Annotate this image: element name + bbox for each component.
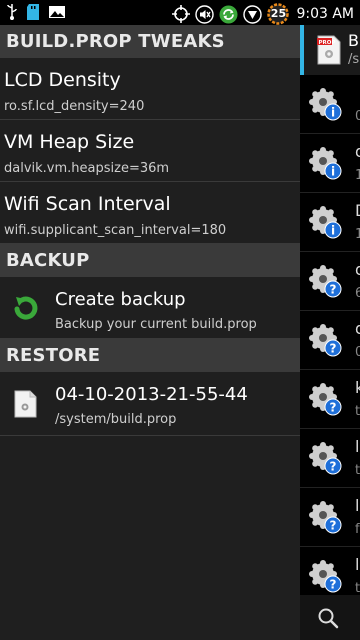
property-row-title: d xyxy=(355,142,360,161)
svg-text:?: ? xyxy=(330,460,337,474)
prop-item-lcd-density[interactable]: LCD Density ro.sf.lcd_density=240 xyxy=(0,58,300,120)
battery-percent: 25 xyxy=(270,7,287,20)
prop-item-wifi-scan-interval[interactable]: Wifi Scan Interval wifi.supplicant_scan_… xyxy=(0,182,300,244)
property-row[interactable]: ? kt xyxy=(300,370,360,429)
property-row-title: l xyxy=(355,437,360,456)
prop-value: dalvik.vm.heapsize=36m xyxy=(4,161,170,176)
property-row-subtitle: t xyxy=(355,404,360,419)
section-header-backup: BACKUP xyxy=(0,244,300,277)
vibrate-icon xyxy=(243,4,263,24)
restore-date: 04-10-2013-21-55-44 xyxy=(55,384,248,405)
property-row-title: d xyxy=(355,260,360,279)
property-row[interactable]: ? lt xyxy=(300,429,360,488)
main-content-pane: PROP B /s i 0 i d 1 i D 1 ? xyxy=(300,25,360,640)
property-row[interactable]: i d 1 xyxy=(300,134,360,193)
create-backup-button[interactable]: Create backup Backup your current build.… xyxy=(0,277,300,339)
backup-title: Create backup xyxy=(55,289,186,310)
svg-text:i: i xyxy=(331,224,335,238)
svg-text:?: ? xyxy=(330,519,337,533)
build-prop-file-item[interactable]: PROP B /s xyxy=(300,25,360,75)
svg-text:?: ? xyxy=(330,401,337,415)
backup-subtitle: Backup your current build.prop xyxy=(55,317,257,332)
property-row-subtitle: t xyxy=(355,581,360,596)
property-row-title: l xyxy=(355,555,360,574)
property-row[interactable]: ? d 0 xyxy=(300,311,360,370)
property-row-title: d xyxy=(355,319,360,338)
property-row-title: l xyxy=(355,496,360,515)
gear-info-icon: i xyxy=(309,147,342,180)
property-row-subtitle: 1 xyxy=(355,227,360,242)
search-icon[interactable] xyxy=(317,607,339,629)
sync-icon xyxy=(219,5,238,23)
file-icon xyxy=(14,390,37,418)
sd-card-icon xyxy=(27,4,39,20)
property-row[interactable]: i D 1 xyxy=(300,193,360,252)
file-title: B xyxy=(348,31,359,50)
property-row-subtitle: 0 xyxy=(355,109,360,124)
svg-text:?: ? xyxy=(330,283,337,297)
property-list: i 0 i d 1 i D 1 ? d 6 ? d 0 xyxy=(300,75,360,640)
gear-help-icon: ? xyxy=(309,383,342,416)
refresh-arrow-icon xyxy=(14,296,38,320)
gear-help-icon: ? xyxy=(309,265,342,298)
status-bar: 25 9:03 AM xyxy=(0,0,360,25)
prop-value: ro.sf.lcd_density=240 xyxy=(4,99,145,114)
usb-icon xyxy=(7,4,17,20)
property-row-subtitle: t xyxy=(355,463,360,478)
property-row-subtitle: 0 xyxy=(355,345,360,360)
property-row-title: k xyxy=(355,378,360,397)
property-row-title: D xyxy=(355,201,360,220)
bottom-action-bar xyxy=(300,595,360,640)
volume-mute-icon xyxy=(195,4,215,24)
property-row[interactable]: ? lf xyxy=(300,488,360,547)
gear-help-icon: ? xyxy=(309,442,342,475)
section-header-tweaks: BUILD.PROP TWEAKS xyxy=(0,25,300,58)
svg-text:i: i xyxy=(331,106,335,120)
image-icon xyxy=(49,6,65,18)
property-row-subtitle: 6 xyxy=(355,286,360,301)
clock: 9:03 AM xyxy=(296,6,354,22)
gear-help-icon: ? xyxy=(309,501,342,534)
restore-path: /system/build.prop xyxy=(55,412,177,427)
property-row-subtitle: 1 xyxy=(355,168,360,183)
crosshair-icon xyxy=(172,5,191,23)
restore-backup-item[interactable]: 04-10-2013-21-55-44 /system/build.prop xyxy=(0,372,300,436)
section-header-restore: RESTORE xyxy=(0,339,300,372)
svg-text:PROP: PROP xyxy=(319,40,336,46)
property-row[interactable]: ? d 6 xyxy=(300,252,360,311)
prop-title: VM Heap Size xyxy=(4,131,135,153)
gear-info-icon: i xyxy=(309,206,342,239)
prop-file-icon: PROP xyxy=(317,35,341,65)
prop-item-vm-heap-size[interactable]: VM Heap Size dalvik.vm.heapsize=36m xyxy=(0,120,300,182)
property-row-subtitle: f xyxy=(355,522,360,537)
prop-value: wifi.supplicant_scan_interval=180 xyxy=(4,223,227,238)
prop-title: Wifi Scan Interval xyxy=(4,193,171,215)
battery-badge-icon: 25 xyxy=(267,3,290,25)
selected-indicator xyxy=(300,25,304,75)
gear-help-icon: ? xyxy=(309,324,342,357)
gear-help-icon: ? xyxy=(309,560,342,593)
file-path: /s xyxy=(348,52,360,67)
gear-info-icon: i xyxy=(309,88,342,121)
prop-title: LCD Density xyxy=(4,69,121,91)
svg-text:i: i xyxy=(331,165,335,179)
property-row[interactable]: i 0 xyxy=(300,75,360,134)
svg-text:?: ? xyxy=(330,578,337,592)
svg-text:?: ? xyxy=(330,342,337,356)
navigation-drawer: BUILD.PROP TWEAKS LCD Density ro.sf.lcd_… xyxy=(0,25,300,640)
